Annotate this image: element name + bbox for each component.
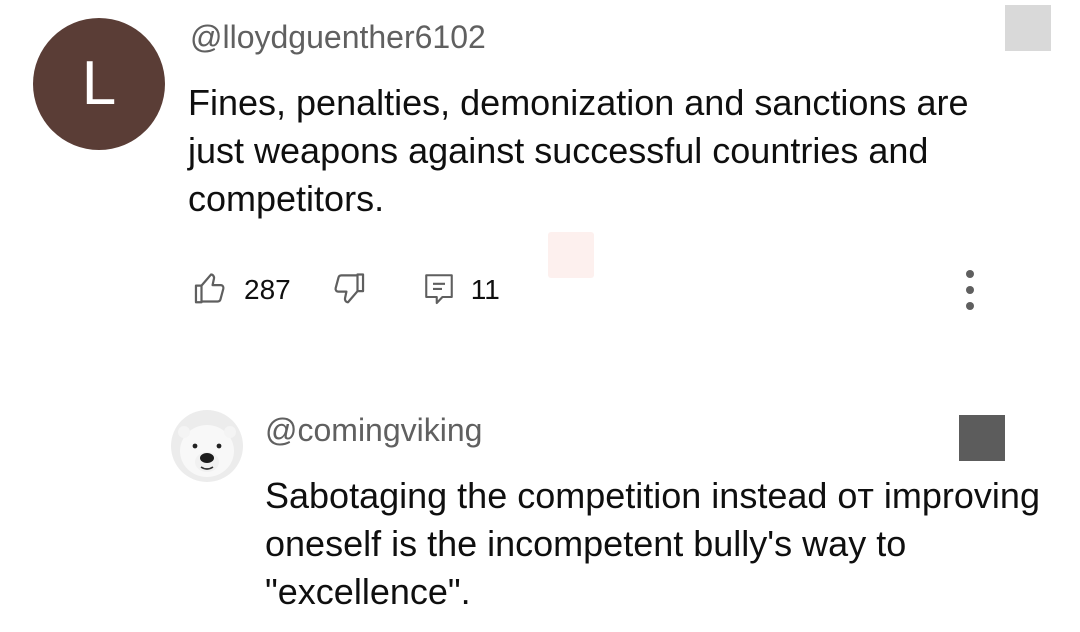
like-button[interactable] <box>192 269 230 312</box>
reply-button[interactable] <box>421 269 457 312</box>
comment-text: Fines, penalties, demonization and sanct… <box>188 82 969 219</box>
thumbs-up-icon <box>192 269 230 312</box>
reply-count: 11 <box>470 274 500 305</box>
comment-thread: L @lloydguenther6102 Fines, penalties, d… <box>0 0 1080 632</box>
avatar[interactable]: L <box>33 18 165 150</box>
reply-author[interactable]: @comingviking <box>265 411 482 449</box>
reply-avatar[interactable] <box>171 410 243 482</box>
like-count: 287 <box>244 274 291 305</box>
avatar-letter: L <box>81 49 117 118</box>
comment-author[interactable]: @lloydguenther6102 <box>190 18 486 56</box>
comment-actions: 287 11 <box>192 266 500 314</box>
reply-icon <box>421 269 457 312</box>
thumbs-down-icon <box>329 269 367 312</box>
more-vert-icon <box>966 270 974 278</box>
selection-checkbox[interactable] <box>1005 5 1051 51</box>
faint-patch <box>548 232 594 278</box>
polar-bear-icon <box>171 410 243 482</box>
dislike-button[interactable] <box>329 269 367 312</box>
more-options-button[interactable] <box>950 262 990 318</box>
reply-selection-checkbox[interactable] <box>959 415 1005 461</box>
reply-text: Sabotaging the competition instead oт im… <box>265 475 1040 612</box>
